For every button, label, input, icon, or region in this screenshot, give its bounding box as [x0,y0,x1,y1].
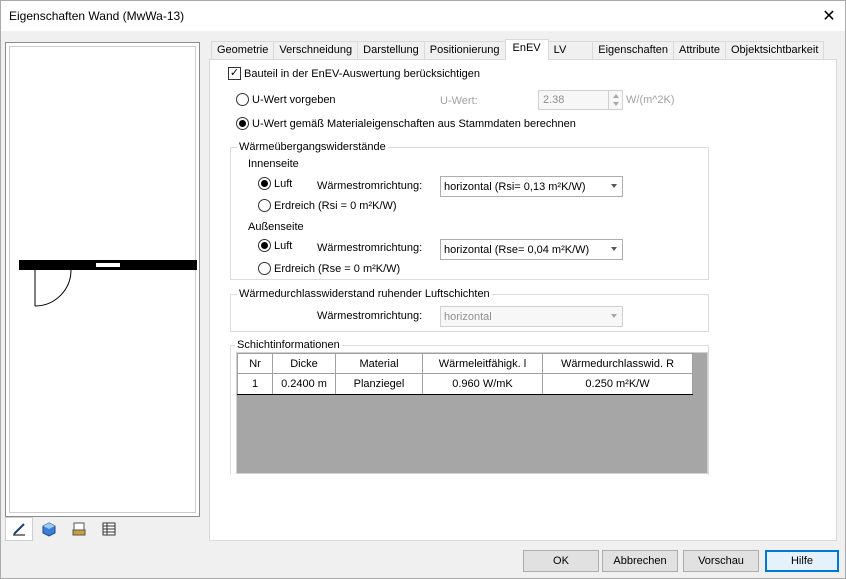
col-header-dicke[interactable]: Dicke [272,353,336,374]
cell-dicke[interactable]: 0.2400 m [272,373,336,395]
layers-grid[interactable]: Nr Dicke Material Wärmeleitfähigk. l Wär… [236,352,708,474]
preview-canvas [9,46,197,513]
tab-attribute[interactable]: Attribute [673,41,726,60]
tab-positionierung[interactable]: Positionierung [423,41,506,60]
outside-soil-radio[interactable] [258,262,271,275]
col-header-material[interactable]: Material [335,353,423,374]
cell-nr[interactable]: 1 [237,373,273,395]
air-direction-select[interactable]: horizontal [440,306,623,327]
tab-geometrie[interactable]: Geometrie [211,41,275,60]
outside-air-label: Luft [274,239,293,252]
outside-soil-row[interactable]: Erdreich (Rse = 0 m²K/W) [258,262,400,275]
inside-direction-label: Wärmestromrichtung: [317,180,423,192]
outside-direction-select[interactable]: horizontal (Rse= 0,04 m²K/W) [440,239,623,260]
uvalue-given-row[interactable]: U-Wert vorgeben [236,93,336,106]
properties-dialog: Eigenschaften Wand (MwWa-13) ✕ Geometrie [0,0,846,579]
cancel-button[interactable]: Abbrechen [602,550,678,572]
door-swing-graphic [34,269,72,307]
uvalue-unit: W/(m^2K) [626,94,675,106]
outside-direction-label: Wärmestromrichtung: [317,242,423,254]
heat-transfer-group-label: Wärmeübergangswiderstände [237,141,388,153]
air-direction-value: horizontal [444,310,492,323]
include-enev-label: Bauteil in der EnEV-Auswertung berücksic… [244,67,481,80]
uvalue-field-label: U-Wert: [440,95,478,107]
inside-direction-select[interactable]: horizontal (Rsi= 0,13 m²K/W) [440,176,623,197]
tab-objektsichtbarkeit[interactable]: Objektsichtbarkeit [724,41,825,60]
air-layers-group-label: Wärmedurchlasswiderstand ruhender Luftsc… [237,288,492,300]
pencil-icon[interactable] [5,517,33,541]
uvalue-calc-radio[interactable] [236,117,249,130]
outside-soil-label: Erdreich (Rse = 0 m²K/W) [274,262,401,275]
air-direction-label: Wärmestromrichtung: [317,310,423,322]
chevron-down-icon [611,247,617,251]
inside-soil-label: Erdreich (Rsi = 0 m²K/W) [274,199,397,212]
chevron-down-icon [611,184,617,188]
uvalue-given-label: U-Wert vorgeben [252,93,336,106]
tab-bar: Geometrie Verschneidung Darstellung Posi… [211,39,825,60]
title-bar: Eigenschaften Wand (MwWa-13) ✕ [1,1,845,31]
layers-table: Nr Dicke Material Wärmeleitfähigk. l Wär… [237,353,693,395]
include-enev-checkbox[interactable]: ✓ [228,67,241,80]
preview-toolbar [5,517,200,542]
close-icon[interactable]: ✕ [813,1,845,31]
inside-soil-radio[interactable] [258,199,271,212]
tab-verschneidung[interactable]: Verschneidung [273,41,359,60]
print-preview-icon[interactable] [65,517,93,541]
col-header-resistance[interactable]: Wärmedurchlasswid. R [542,353,693,374]
table-header-row: Nr Dicke Material Wärmeleitfähigk. l Wär… [237,353,693,374]
table-row[interactable]: 1 0.2400 m Planziegel 0.960 W/mK 0.250 m… [237,373,693,395]
uvalue-calc-label: U-Wert gemäß Materialeigenschaften aus S… [252,117,576,130]
outside-air-radio[interactable] [258,239,271,252]
uvalue-given-radio[interactable] [236,93,249,106]
cube-view-icon[interactable] [35,517,63,541]
outside-air-row[interactable]: Luft [258,239,292,252]
door-opening-mark [96,263,120,267]
tab-lv[interactable]: LV [547,41,594,60]
cell-resistance[interactable]: 0.250 m²K/W [542,373,693,395]
inside-air-radio[interactable] [258,177,271,190]
inside-label: Innenseite [248,158,299,170]
inside-air-row[interactable]: Luft [258,177,292,190]
window-title: Eigenschaften Wand (MwWa-13) [9,9,185,23]
layers-group-label: Schichtinformationen [235,339,342,351]
chevron-down-icon [611,314,617,318]
inside-air-label: Luft [274,177,293,190]
outside-label: Außenseite [248,221,304,233]
col-header-nr[interactable]: Nr [237,353,273,374]
include-enev-row[interactable]: ✓ Bauteil in der EnEV-Auswertung berücks… [228,67,480,80]
inside-soil-row[interactable]: Erdreich (Rsi = 0 m²K/W) [258,199,397,212]
spin-up-icon[interactable] [613,94,619,98]
table-view-icon[interactable] [95,517,123,541]
spin-down-icon[interactable] [613,102,619,106]
spinner-arrows[interactable] [608,91,622,109]
inside-direction-value: horizontal (Rsi= 0,13 m²K/W) [444,180,586,193]
uvalue-calc-row[interactable]: U-Wert gemäß Materialeigenschaften aus S… [236,117,576,130]
ok-button[interactable]: OK [523,550,599,572]
cell-material[interactable]: Planziegel [335,373,423,395]
uvalue-spinner[interactable]: 2.38 [538,90,623,110]
tab-eigenschaften[interactable]: Eigenschaften [592,41,674,60]
preview-button[interactable]: Vorschau [683,550,759,572]
uvalue-value: 2.38 [543,94,565,106]
outside-direction-value: horizontal (Rse= 0,04 m²K/W) [444,243,590,256]
tab-enev[interactable]: EnEV [504,39,549,60]
cell-conductivity[interactable]: 0.960 W/mK [422,373,543,395]
heat-transfer-group: Wärmeübergangswiderstände [230,141,709,280]
wall-preview [5,42,200,517]
col-header-conductivity[interactable]: Wärmeleitfähigk. l [422,353,543,374]
help-button[interactable]: Hilfe [765,550,839,572]
tab-darstellung[interactable]: Darstellung [357,41,425,60]
